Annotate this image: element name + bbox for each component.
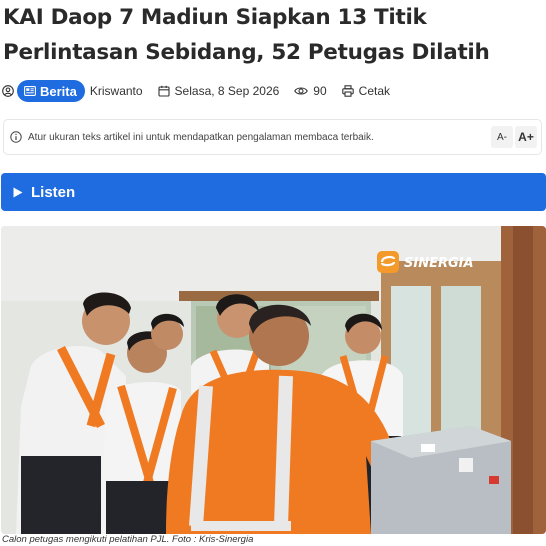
listen-button[interactable]: Listen [1, 173, 546, 211]
increase-text-button[interactable]: A+ [515, 126, 537, 148]
printer-icon [341, 85, 354, 97]
print-button[interactable]: Cetak [341, 84, 391, 98]
article-meta: Berita Kriswanto Selasa, 8 Sep 2026 90 C… [2, 80, 390, 102]
watermark-text: SINERGIA [404, 256, 474, 271]
article-photo: SINERGIA [1, 226, 546, 534]
newspaper-icon [24, 86, 36, 96]
play-icon [13, 187, 23, 197]
author-name[interactable]: Kriswanto [90, 84, 143, 98]
print-label: Cetak [358, 84, 391, 98]
decrease-text-button[interactable]: A- [491, 126, 513, 148]
publish-date: Selasa, 8 Sep 2026 [157, 84, 280, 98]
calendar-icon [157, 85, 170, 97]
eye-icon [294, 87, 309, 95]
user-icon [2, 85, 14, 97]
text-size-notice: Atur ukuran teks artikel ini untuk menda… [3, 119, 542, 155]
category-badge[interactable]: Berita [17, 80, 85, 102]
date-text: Selasa, 8 Sep 2026 [174, 84, 280, 98]
photo-illustration: SINERGIA [1, 226, 546, 534]
info-icon [10, 131, 22, 143]
text-size-controls: A- A+ [491, 126, 537, 148]
sinergia-logo-icon [377, 251, 399, 273]
article-title: KAI Daop 7 Madiun Siapkan 13 Titik Perli… [3, 5, 490, 65]
notice-text: Atur ukuran teks artikel ini untuk menda… [28, 131, 374, 143]
photo-caption: Calon petugas mengikuti pelatihan PJL. F… [2, 534, 254, 545]
view-count: 90 [294, 84, 327, 98]
category-label: Berita [40, 83, 77, 99]
listen-label: Listen [31, 183, 76, 201]
views-text: 90 [313, 84, 327, 98]
